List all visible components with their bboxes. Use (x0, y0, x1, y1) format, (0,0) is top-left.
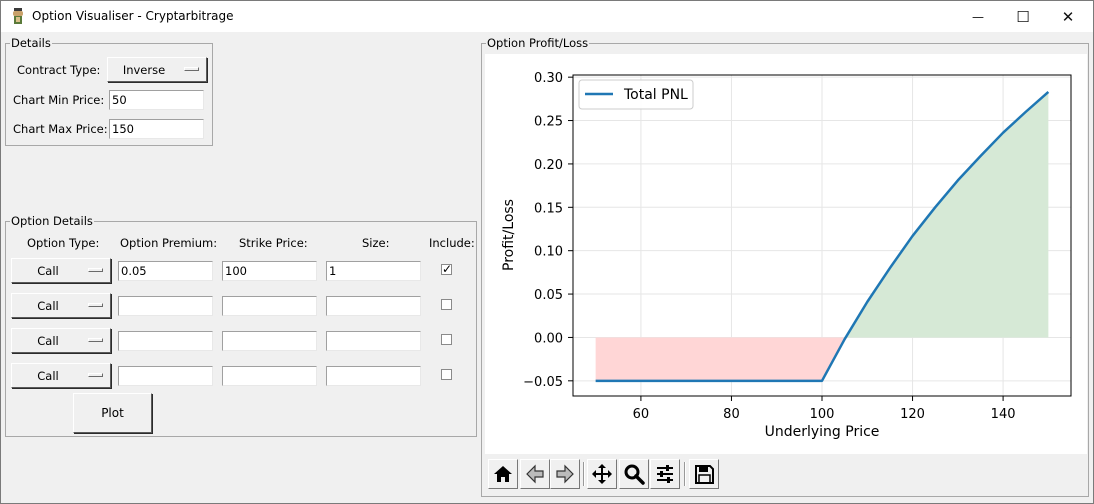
dropdown-indicator-icon (88, 338, 103, 342)
save-button[interactable] (689, 459, 719, 489)
legend-label: Total PNL (623, 87, 688, 103)
y-tick-label: 0.10 (534, 245, 563, 260)
option-premium-input-2[interactable] (118, 296, 213, 316)
chart-max-price-input[interactable] (109, 119, 204, 139)
contract-type-label: Contract Type: (17, 63, 101, 77)
x-axis-label: Underlying Price (765, 424, 880, 440)
y-tick-label: 0.15 (534, 201, 563, 216)
contract-type-select[interactable]: Inverse (107, 57, 207, 82)
y-tick-label: −0.05 (523, 375, 563, 390)
option-type-value-4: Call (37, 368, 59, 383)
header-size: Size: (362, 236, 390, 250)
x-tick-label: 120 (900, 407, 925, 422)
option-premium-input-3[interactable] (118, 331, 213, 351)
chart-max-price-label: Chart Max Price: (13, 122, 108, 136)
profit-loss-legend: Option Profit/Loss (487, 36, 589, 50)
option-type-select-4[interactable]: Call (11, 363, 111, 388)
y-tick-label: 0.20 (534, 158, 563, 173)
y-tick-label: 0.30 (534, 71, 563, 86)
maximize-icon: ☐ (1016, 7, 1030, 26)
contract-type-value: Inverse (122, 62, 166, 77)
home-button[interactable] (488, 459, 518, 489)
zoom-icon (624, 464, 645, 485)
option-type-value-2: Call (37, 298, 59, 313)
app-window: Option Visualiser - Cryptarbitrage — ☐ ✕… (0, 0, 1094, 504)
option-type-select-2[interactable]: Call (11, 293, 111, 318)
size-input-3[interactable] (326, 331, 421, 351)
minimize-icon: — (972, 9, 984, 24)
home-icon (494, 466, 512, 482)
app-icon (13, 8, 23, 24)
y-tick-label: 0.00 (534, 331, 563, 346)
option-type-value-1: Call (37, 263, 59, 278)
chart-legend: Total PNL (578, 79, 694, 110)
title-bar: Option Visualiser - Cryptarbitrage — ☐ ✕ (1, 1, 1093, 32)
option-type-value-3: Call (37, 333, 59, 348)
zoom-button[interactable] (619, 459, 649, 489)
option-premium-input-1[interactable] (118, 261, 213, 281)
save-icon (695, 465, 714, 484)
size-input-1[interactable] (326, 261, 421, 281)
size-input-2[interactable] (326, 296, 421, 316)
strike-price-input-2[interactable] (222, 296, 317, 316)
dropdown-indicator-icon (88, 268, 103, 272)
chart-min-price-input[interactable] (109, 90, 204, 110)
window-title: Option Visualiser - Cryptarbitrage (32, 9, 234, 23)
y-tick-label: 0.25 (534, 115, 563, 130)
checkmark-icon: ✓ (442, 262, 453, 276)
maximize-button[interactable]: ☐ (1000, 1, 1046, 32)
x-tick-label: 80 (723, 407, 740, 422)
option-premium-input-4[interactable] (118, 366, 213, 386)
option-type-select-1[interactable]: Call (11, 258, 111, 283)
header-option-type: Option Type: (27, 236, 100, 250)
pan-button[interactable] (587, 459, 617, 489)
close-button[interactable]: ✕ (1045, 1, 1091, 32)
option-type-select-3[interactable]: Call (11, 328, 111, 353)
minimize-button[interactable]: — (955, 1, 1001, 32)
y-tick-label: 0.05 (534, 288, 563, 303)
include-checkbox-3[interactable] (441, 334, 452, 345)
plot-button-label: Plot (101, 406, 124, 420)
x-tick-label: 60 (633, 407, 650, 422)
configure-subplots-button[interactable] (650, 459, 680, 489)
header-option-premium: Option Premium: (120, 236, 218, 250)
dropdown-indicator-icon (88, 373, 103, 377)
forward-arrow-icon (556, 464, 574, 484)
chart-min-price-label: Chart Min Price: (13, 93, 105, 107)
loss-fill-area (595, 337, 846, 381)
strike-price-input-3[interactable] (222, 331, 317, 351)
plot-toolbar (485, 454, 1087, 494)
toolbar-separator (583, 462, 585, 486)
x-tick-label: 100 (810, 407, 835, 422)
x-tick-label: 140 (991, 407, 1016, 422)
option-details-legend: Option Details (11, 214, 93, 228)
include-checkbox-2[interactable] (441, 299, 452, 310)
size-input-4[interactable] (326, 366, 421, 386)
header-include: Include: (429, 236, 475, 250)
plot-button[interactable]: Plot (73, 393, 152, 433)
include-checkbox-1[interactable]: ✓ (441, 262, 453, 276)
close-icon: ✕ (1061, 7, 1075, 26)
dropdown-indicator-icon (88, 303, 103, 307)
details-legend: Details (11, 36, 51, 50)
y-axis-label: Profit/Loss (501, 199, 517, 271)
forward-button[interactable] (550, 459, 580, 489)
pan-icon (592, 464, 612, 484)
configure-subplots-icon (657, 465, 673, 483)
dropdown-indicator-icon (184, 67, 199, 71)
strike-price-input-1[interactable] (222, 261, 317, 281)
strike-price-input-4[interactable] (222, 366, 317, 386)
back-arrow-icon (526, 464, 544, 484)
pnl-chart: 60 80 100 120 140 −0.05 0.00 0.05 0.10 0.15 0.20 0… (485, 54, 1087, 454)
include-checkbox-4[interactable] (441, 369, 452, 380)
back-button[interactable] (520, 459, 550, 489)
header-strike-price: Strike Price: (239, 236, 308, 250)
toolbar-separator (684, 462, 686, 486)
